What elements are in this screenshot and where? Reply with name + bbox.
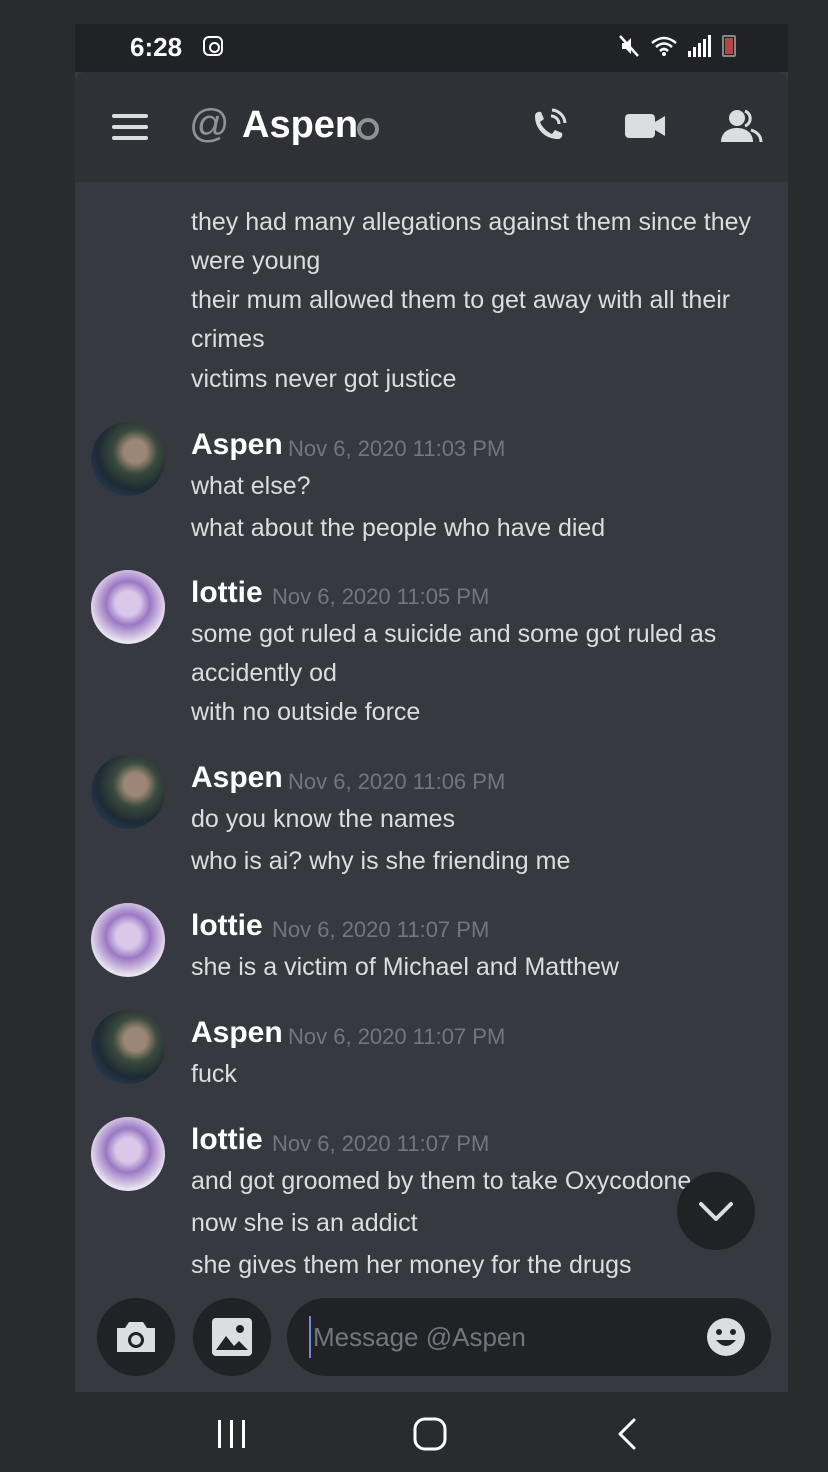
message-timestamp: Nov 6, 2020 11:07 PM (288, 1024, 506, 1049)
avatar[interactable] (91, 903, 165, 977)
camera-button[interactable] (97, 1298, 175, 1376)
avatar[interactable] (91, 422, 165, 496)
members-icon[interactable] (717, 102, 765, 150)
message-line: some got ruled a suicide and some got ru… (191, 620, 717, 648)
status-time: 6:28 (130, 32, 183, 62)
message-line: they had many allegations against them s… (191, 208, 752, 236)
avatar[interactable] (91, 1117, 165, 1191)
message-line: their mum allowed them to get away with … (191, 286, 731, 314)
avatar[interactable] (91, 1010, 165, 1084)
message-line: she gives them her money for the drugs (191, 1251, 632, 1279)
message-line: do you know the names (191, 805, 456, 833)
message-composer (75, 1292, 788, 1392)
message-author[interactable]: Aspen (191, 1016, 283, 1050)
emoji-icon[interactable] (705, 1316, 747, 1358)
message-line: and got groomed by them to take Oxycodon… (191, 1167, 692, 1195)
home-icon[interactable] (410, 1414, 450, 1454)
message-list[interactable]: they had many allegations against them s… (75, 182, 788, 1292)
message-timestamp: Nov 6, 2020 11:06 PM (288, 769, 506, 794)
message-line: victims never got justice (191, 365, 457, 393)
message-timestamp: Nov 6, 2020 11:05 PM (272, 584, 490, 609)
message-line: fuck (191, 1060, 237, 1088)
message-line: what about the people who have died (191, 514, 606, 542)
chevron-down-icon (699, 1202, 733, 1221)
message-line: with no outside force (191, 698, 421, 726)
battery-low-icon (722, 35, 736, 57)
message-input[interactable] (309, 1316, 695, 1358)
voice-call-icon[interactable] (525, 102, 573, 150)
gallery-button[interactable] (193, 1298, 271, 1376)
message-line: she is a victim of Michael and Matthew (191, 953, 619, 981)
message-line: what else? (191, 472, 311, 500)
chat-header: @ Aspen (75, 72, 788, 182)
message-input-container[interactable] (287, 1298, 771, 1376)
jump-to-bottom-button[interactable] (677, 1172, 755, 1250)
signal-icon (688, 35, 712, 57)
image-icon (212, 1318, 252, 1356)
message-author[interactable]: Aspen (191, 761, 283, 795)
message-timestamp: Nov 6, 2020 11:07 PM (272, 917, 490, 942)
recent-apps-icon[interactable] (212, 1414, 252, 1454)
message-line: accidently od (191, 659, 337, 687)
message-author[interactable]: Aspen (191, 428, 283, 462)
system-nav-bar (0, 1392, 828, 1472)
wifi-icon (651, 36, 677, 56)
avatar[interactable] (91, 570, 165, 644)
message-author[interactable]: lottie (191, 576, 263, 610)
back-icon[interactable] (608, 1414, 648, 1454)
instagram-icon (203, 36, 223, 56)
at-icon: @ (189, 102, 230, 146)
status-icons (618, 34, 736, 58)
message-timestamp: Nov 6, 2020 11:07 PM (272, 1131, 490, 1156)
message-author[interactable]: lottie (191, 1123, 263, 1157)
mute-icon (619, 35, 639, 57)
message-line: were young (191, 247, 321, 275)
message-timestamp: Nov 6, 2020 11:03 PM (288, 436, 506, 461)
app-window: 6:28 @ Aspen they had many allegations a… (75, 24, 788, 1392)
message-line: now she is an addict (191, 1209, 418, 1237)
presence-offline-icon (357, 118, 379, 140)
video-call-icon[interactable] (621, 102, 669, 150)
message-author[interactable]: lottie (191, 909, 263, 943)
hamburger-icon[interactable] (112, 114, 148, 140)
status-bar: 6:28 (75, 24, 788, 72)
camera-icon (117, 1322, 155, 1352)
channel-title[interactable]: Aspen (242, 104, 358, 147)
message-line: who is ai? why is she friending me (191, 847, 571, 875)
avatar[interactable] (91, 755, 165, 829)
message-line: crimes (191, 325, 265, 353)
